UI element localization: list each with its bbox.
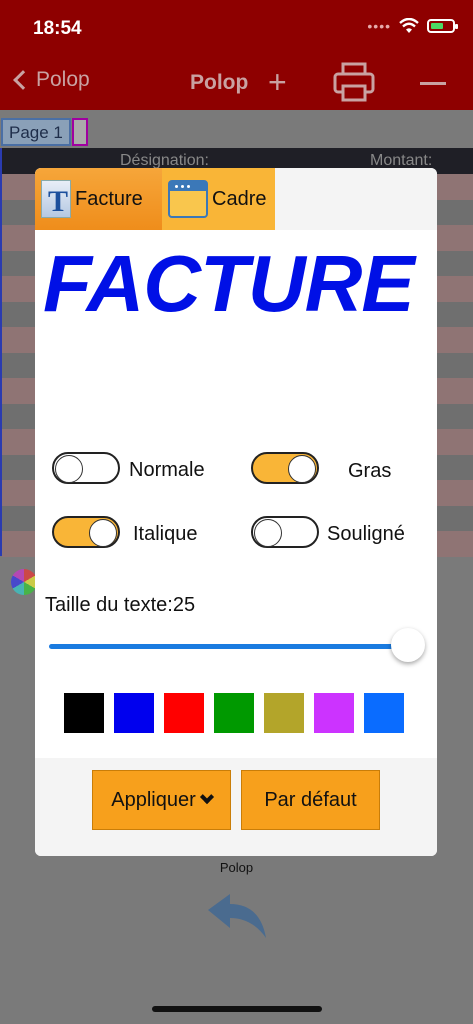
dialog-tabs: T Facture Cadre bbox=[35, 168, 437, 230]
preview-text: FACTURE bbox=[43, 239, 415, 328]
status-time: 18:54 bbox=[33, 18, 82, 39]
footer-label: Polop bbox=[219, 860, 254, 875]
tab-facture[interactable]: T Facture bbox=[35, 168, 162, 230]
slider-thumb[interactable] bbox=[391, 628, 425, 662]
label-souligne: Souligné bbox=[327, 523, 405, 545]
swatch-light-blue[interactable] bbox=[364, 693, 404, 733]
default-button[interactable]: Par défaut bbox=[241, 770, 380, 830]
undo-arrow-icon[interactable] bbox=[206, 892, 270, 942]
battery-icon bbox=[427, 19, 458, 33]
toggle-souligne[interactable] bbox=[251, 516, 319, 548]
printer-icon[interactable] bbox=[333, 62, 375, 102]
swatch-purple[interactable] bbox=[314, 693, 354, 733]
status-icons: •••• bbox=[367, 18, 458, 34]
nav-title: Polop bbox=[190, 71, 249, 94]
toggle-normale[interactable] bbox=[52, 452, 120, 484]
top-bar: 18:54 •••• Polop Polop + bbox=[0, 0, 473, 110]
tab-cadre-label: Cadre bbox=[212, 187, 267, 210]
swatch-olive[interactable] bbox=[264, 693, 304, 733]
tab-cadre[interactable]: Cadre bbox=[162, 168, 275, 230]
default-label: Par défaut bbox=[264, 788, 357, 811]
apply-label: Appliquer bbox=[111, 788, 196, 811]
swatch-black[interactable] bbox=[64, 693, 104, 733]
label-gras: Gras bbox=[348, 460, 392, 482]
page-tab[interactable]: Page 1 bbox=[1, 118, 71, 146]
swatch-green[interactable] bbox=[214, 693, 254, 733]
color-swatches bbox=[64, 693, 404, 733]
preview-area: FACTURE bbox=[35, 230, 437, 450]
home-indicator bbox=[152, 1006, 322, 1012]
signal-icon: •••• bbox=[367, 18, 391, 34]
chevron-down-icon bbox=[199, 789, 214, 805]
back-label: Polop bbox=[36, 68, 90, 91]
toggle-gras[interactable] bbox=[251, 452, 319, 484]
add-button[interactable]: + bbox=[268, 66, 287, 98]
swatch-blue[interactable] bbox=[114, 693, 154, 733]
swatch-red[interactable] bbox=[164, 693, 204, 733]
text-style-dialog: T Facture Cadre FACTURE Normale Gras Ita… bbox=[35, 168, 437, 856]
text-size-label: Taille du texte:25 bbox=[45, 594, 196, 616]
page-tab-add[interactable] bbox=[72, 118, 88, 146]
tab-facture-label: Facture bbox=[75, 187, 143, 210]
window-frame-icon bbox=[168, 180, 208, 218]
wifi-icon bbox=[399, 18, 419, 33]
apply-button[interactable]: Appliquer bbox=[92, 770, 231, 830]
back-button[interactable]: Polop bbox=[10, 68, 90, 92]
label-italique: Italique bbox=[133, 523, 198, 545]
dialog-actions: Appliquer Par défaut bbox=[35, 758, 437, 856]
color-wheel-icon[interactable] bbox=[11, 569, 37, 595]
remove-button[interactable] bbox=[420, 82, 446, 85]
text-size-slider[interactable] bbox=[49, 644, 409, 649]
text-style-icon: T bbox=[41, 180, 71, 218]
toggle-italique[interactable] bbox=[52, 516, 120, 548]
label-normale: Normale bbox=[129, 459, 205, 481]
chevron-left-icon bbox=[13, 70, 33, 90]
